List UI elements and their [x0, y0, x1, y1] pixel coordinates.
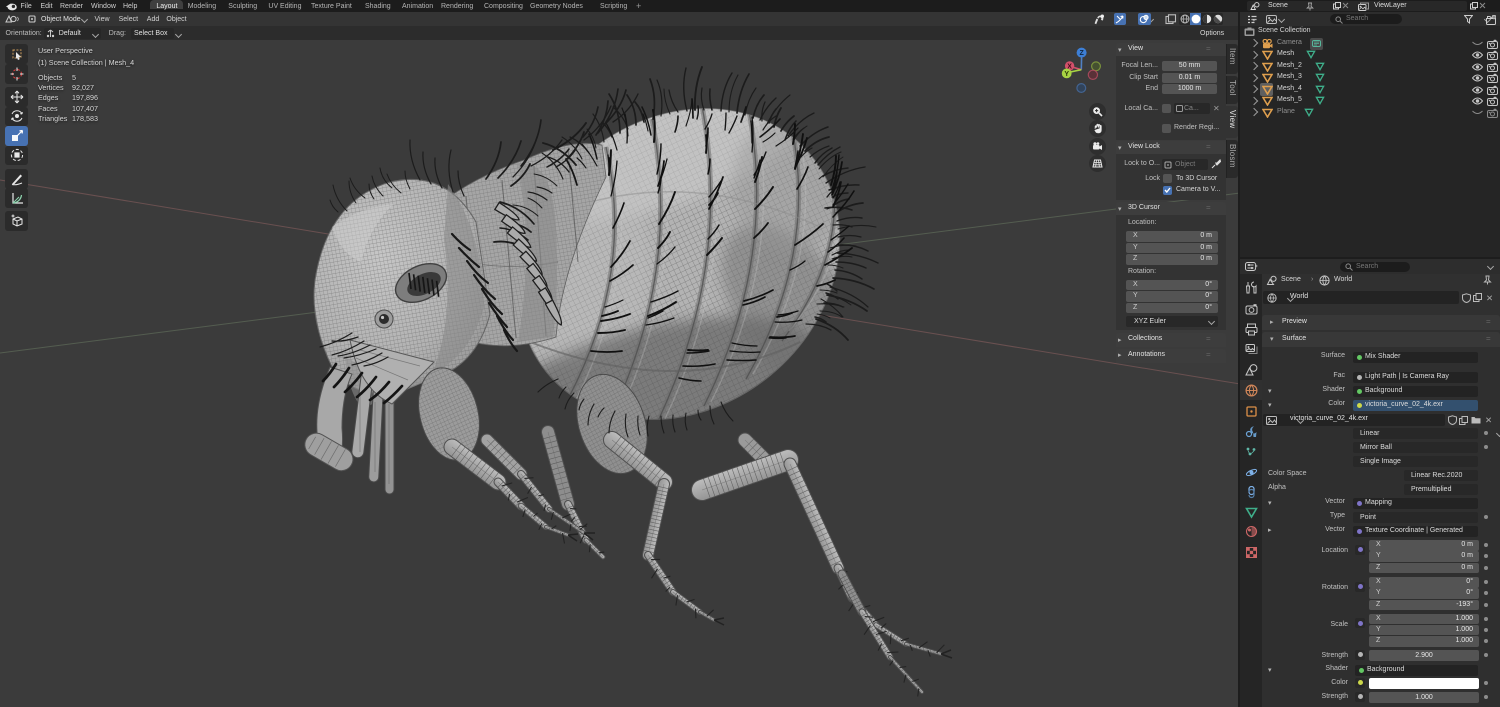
- svg-text:Z: Z: [1079, 50, 1084, 57]
- svg-text:Y: Y: [1064, 71, 1069, 78]
